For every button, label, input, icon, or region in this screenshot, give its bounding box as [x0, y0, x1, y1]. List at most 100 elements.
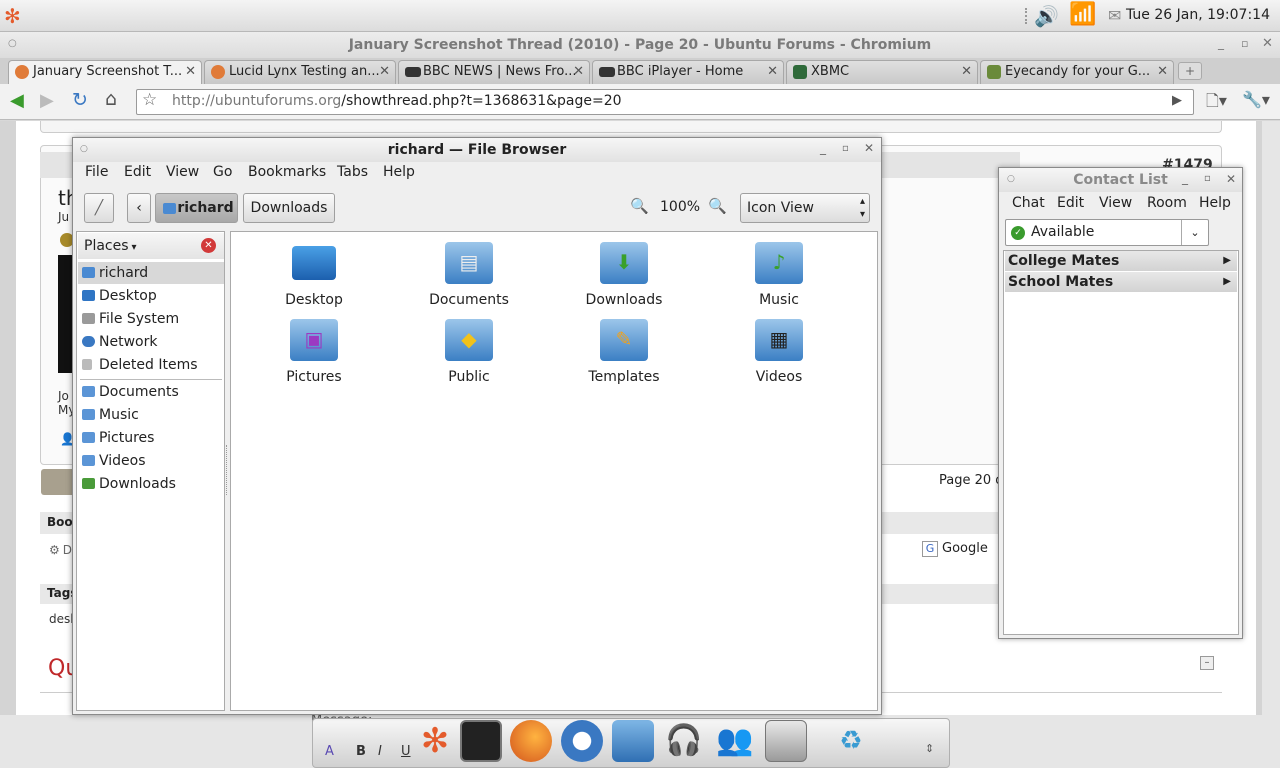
sidebar-item-downloads[interactable]: Downloads: [78, 473, 224, 495]
fb-menu-bookmarks[interactable]: Bookmarks: [248, 164, 326, 180]
cl-close-button[interactable]: ✕: [1226, 172, 1236, 186]
tags-value[interactable]: desl: [49, 612, 74, 626]
tab-bbc-iplayer[interactable]: BBC iPlayer - Home ✕: [592, 60, 784, 84]
reload-icon[interactable]: ↻: [72, 89, 88, 111]
location-toggle-button[interactable]: ╱: [84, 193, 114, 223]
fb-menu-go[interactable]: Go: [213, 164, 232, 180]
terminal-dock-icon[interactable]: [460, 720, 502, 762]
bold-icon[interactable]: B: [356, 744, 366, 759]
cl-menu-view[interactable]: View: [1099, 195, 1132, 211]
fb-minimize-button[interactable]: _: [820, 141, 826, 155]
fb-window-menu-icon[interactable]: ○: [80, 144, 88, 154]
app-menu-icon[interactable]: ✻: [4, 5, 28, 27]
volume-icon[interactable]: 🔊: [1034, 4, 1059, 28]
sidebar-item-pictures[interactable]: Pictures: [78, 427, 224, 449]
fb-close-button[interactable]: ✕: [864, 141, 874, 155]
cl-menu-help[interactable]: Help: [1199, 195, 1231, 211]
sidebar-item-deleted-items[interactable]: Deleted Items: [78, 354, 224, 376]
file-item-downloads[interactable]: ⬇ Downloads: [564, 242, 684, 308]
window-list-handle-icon[interactable]: [1025, 8, 1029, 24]
path-button-downloads[interactable]: Downloads: [243, 193, 335, 223]
file-item-music[interactable]: ♪ Music: [719, 242, 839, 308]
path-back-button[interactable]: ‹: [127, 193, 151, 223]
file-item-documents[interactable]: ▤ Documents: [409, 242, 529, 308]
browser-maximize-button[interactable]: ▫: [1241, 37, 1248, 50]
back-arrow-icon[interactable]: ◀: [10, 90, 24, 111]
browser-window-menu-icon[interactable]: ○: [8, 38, 17, 49]
browser-title-bar[interactable]: January Screenshot Thread (2010) - Page …: [0, 32, 1280, 58]
fb-menu-tabs[interactable]: Tabs: [337, 164, 368, 180]
tab-close-icon[interactable]: ✕: [961, 61, 972, 83]
forward-arrow-icon[interactable]: ▶: [40, 90, 54, 111]
page-scrollbar[interactable]: [1262, 121, 1280, 715]
path-button-richard[interactable]: richard: [155, 193, 238, 223]
pinwheel-dock-icon[interactable]: ✻: [414, 720, 456, 762]
zoom-out-icon[interactable]: 🔍: [630, 197, 649, 215]
file-item-pictures[interactable]: ▣ Pictures: [254, 319, 374, 385]
tab-close-icon[interactable]: ✕: [1157, 61, 1168, 83]
fb-menu-help[interactable]: Help: [383, 164, 415, 180]
home-icon[interactable]: ⌂: [105, 88, 117, 110]
go-arrow-icon[interactable]: ▶: [1172, 93, 1182, 108]
url-text[interactable]: http://ubuntuforums.org/showthread.php?t…: [172, 93, 622, 109]
cl-window-menu-icon[interactable]: ○: [1007, 174, 1015, 184]
browser-minimize-button[interactable]: _: [1218, 36, 1224, 50]
sidebar-item-videos[interactable]: Videos: [78, 450, 224, 472]
page-menu-icon[interactable]: 🗋▾: [1206, 90, 1227, 117]
group-school-mates[interactable]: School Mates ▶: [1005, 272, 1237, 292]
sidebar-resize-handle[interactable]: [226, 445, 229, 495]
sidebar-item-network[interactable]: Network: [78, 331, 224, 353]
zoom-in-icon[interactable]: 🔍: [708, 197, 727, 215]
file-item-public[interactable]: ◆ Public: [409, 319, 529, 385]
bookmark-star-icon[interactable]: ☆: [142, 90, 157, 110]
file-cabinet-dock-icon[interactable]: [765, 720, 807, 762]
sidebar-close-icon[interactable]: ✕: [201, 238, 216, 253]
fb-menu-file[interactable]: File: [85, 164, 108, 180]
italic-icon[interactable]: I: [378, 744, 382, 759]
page-indicator[interactable]: Page 20 o: [939, 473, 1003, 488]
fb-maximize-button[interactable]: ▫: [842, 143, 849, 154]
sidebar-item-file-system[interactable]: File System: [78, 308, 224, 330]
tab-xbmc[interactable]: XBMC ✕: [786, 60, 978, 84]
sidebar-item-music[interactable]: Music: [78, 404, 224, 426]
page-nav-button[interactable]: [41, 469, 73, 495]
social-bookmark-icon[interactable]: ⚙ D: [49, 543, 72, 557]
status-select[interactable]: ✓ Available ⌄: [1005, 219, 1209, 246]
tab-lucid-lynx[interactable]: Lucid Lynx Testing an... ✕: [204, 60, 396, 84]
new-tab-button[interactable]: +: [1178, 62, 1202, 80]
sidebar-item-documents[interactable]: Documents: [78, 381, 224, 403]
view-mode-select[interactable]: Icon View ▴ ▾: [740, 193, 870, 223]
editor-toolbar-icon[interactable]: A: [325, 744, 334, 759]
underline-icon[interactable]: U: [401, 744, 411, 759]
tab-close-icon[interactable]: ✕: [767, 61, 778, 83]
cl-minimize-button[interactable]: _: [1182, 171, 1188, 185]
chromium-dock-icon[interactable]: [561, 720, 603, 762]
tab-close-icon[interactable]: ✕: [573, 61, 584, 83]
sidebar-item-richard[interactable]: richard: [78, 262, 224, 284]
tab-eyecandy[interactable]: Eyecandy for your G... ✕: [980, 60, 1174, 84]
cl-maximize-button[interactable]: ▫: [1204, 173, 1211, 184]
cl-menu-room[interactable]: Room: [1147, 195, 1187, 211]
collapse-icon[interactable]: –: [1200, 656, 1214, 670]
file-item-desktop[interactable]: Desktop: [254, 242, 374, 308]
headphones-dock-icon[interactable]: 🎧: [663, 720, 705, 762]
cl-menu-chat[interactable]: Chat: [1012, 195, 1045, 211]
fb-menu-edit[interactable]: Edit: [124, 164, 151, 180]
wrench-menu-icon[interactable]: 🔧▾: [1242, 90, 1270, 109]
mail-icon[interactable]: ✉: [1108, 6, 1121, 25]
tab-bbc-news[interactable]: BBC NEWS | News Fro... ✕: [398, 60, 590, 84]
tab-january-screenshot[interactable]: January Screenshot T... ✕: [8, 60, 202, 84]
cl-menu-edit[interactable]: Edit: [1057, 195, 1084, 211]
network-icon[interactable]: 📶: [1069, 2, 1096, 27]
sidebar-item-desktop[interactable]: Desktop: [78, 285, 224, 307]
file-item-templates[interactable]: ✎ Templates: [564, 319, 684, 385]
google-bookmark-link[interactable]: Google: [942, 541, 988, 556]
tab-close-icon[interactable]: ✕: [185, 61, 196, 83]
trash-dock-icon[interactable]: ♻: [830, 720, 872, 762]
pidgin-dock-icon[interactable]: [612, 720, 654, 762]
contacts-dock-icon[interactable]: 👥: [714, 720, 756, 762]
file-item-videos[interactable]: ▦ Videos: [719, 319, 839, 385]
tab-close-icon[interactable]: ✕: [379, 61, 390, 83]
fb-menu-view[interactable]: View: [166, 164, 199, 180]
file-browser-title-bar[interactable]: richard — File Browser: [73, 138, 881, 162]
